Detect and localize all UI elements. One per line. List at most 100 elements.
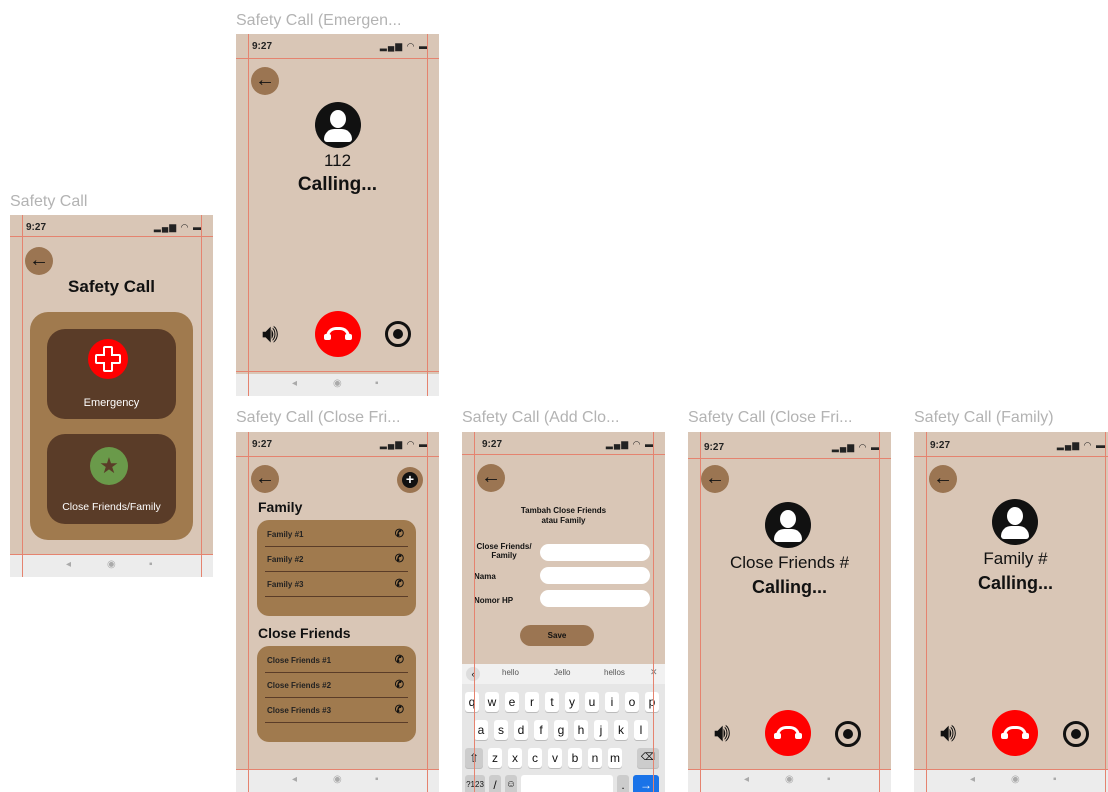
field-label-relation: Close Friends/ Family [474, 542, 534, 560]
list-item[interactable]: Close Friends #1 ✆ [265, 648, 408, 673]
key[interactable]: u [585, 692, 599, 712]
key[interactable]: m [608, 748, 622, 768]
back-button[interactable]: ← [477, 464, 505, 492]
emergency-button[interactable]: Emergency [47, 329, 176, 419]
key[interactable]: e [505, 692, 519, 712]
speaker-icon[interactable]: 🔊︎ [940, 718, 968, 746]
list-item[interactable]: Close Friends #3 ✆ [265, 698, 408, 723]
dot-key[interactable]: . [617, 775, 629, 792]
chevron-left-icon[interactable]: ‹ [466, 667, 480, 681]
key[interactable]: w [485, 692, 499, 712]
suggestion[interactable]: hello [502, 668, 519, 677]
record-icon[interactable] [1063, 721, 1089, 747]
nav-recents-icon[interactable]: ▪ [375, 378, 379, 389]
nav-back-icon[interactable]: ◂ [292, 774, 297, 785]
list-item[interactable]: Close Friends #2 ✆ [265, 673, 408, 698]
key[interactable]: b [568, 748, 582, 768]
phone-icon[interactable]: ✆ [395, 678, 404, 691]
frame-safety-call: 9:27 ▂▄▆ ◠ ▬ ← Safety Call Emergency ★ C… [10, 215, 213, 577]
list-item-label: Close Friends #3 [267, 706, 332, 715]
key[interactable]: c [528, 748, 542, 768]
nav-recents-icon[interactable]: ▪ [149, 559, 153, 570]
list-item[interactable]: Family #3 ✆ [265, 572, 408, 597]
nav-back-icon[interactable]: ◂ [66, 559, 71, 570]
key[interactable]: h [574, 720, 588, 740]
emoji-icon[interactable]: ☺ [505, 775, 517, 792]
status-time: 9:27 [704, 442, 725, 453]
plus-icon: + [402, 472, 418, 488]
list-item-label: Family #1 [267, 530, 304, 539]
close-friends-header: Close Friends [258, 625, 351, 641]
field-label-line: Family [491, 551, 517, 560]
list-item[interactable]: Family #2 ✆ [265, 547, 408, 572]
nav-home-icon[interactable]: ◉ [1011, 774, 1020, 785]
phone-icon[interactable]: ✆ [395, 703, 404, 716]
nav-recents-icon[interactable]: ▪ [827, 774, 831, 785]
nav-home-icon[interactable]: ◉ [333, 774, 342, 785]
key[interactable]: l [634, 720, 648, 740]
phone-icon[interactable]: ✆ [395, 577, 404, 590]
status-icons: ▂▄▆ ◠ ▬ [379, 41, 429, 51]
close-friends-family-button[interactable]: ★ Close Friends/Family [47, 434, 176, 524]
back-button[interactable]: ← [251, 67, 279, 95]
nav-home-icon[interactable]: ◉ [785, 774, 794, 785]
key[interactable]: y [565, 692, 579, 712]
slash-key[interactable]: / [489, 775, 501, 792]
status-icons: ▂▄▆ ◠ ▬ [379, 439, 429, 449]
phone-input[interactable] [540, 590, 650, 607]
phone-icon[interactable]: ✆ [395, 552, 404, 565]
key[interactable]: o [625, 692, 639, 712]
key[interactable]: d [514, 720, 528, 740]
back-button[interactable]: ← [929, 465, 957, 493]
relation-input[interactable] [540, 544, 650, 561]
key[interactable]: n [588, 748, 602, 768]
hangup-button[interactable] [992, 710, 1038, 756]
list-item[interactable]: Family #1 ✆ [265, 522, 408, 547]
key[interactable]: s [494, 720, 508, 740]
back-button[interactable]: ← [25, 247, 53, 275]
name-input[interactable] [540, 567, 650, 584]
nav-back-icon[interactable]: ◂ [744, 774, 749, 785]
hangup-button[interactable] [315, 311, 361, 357]
record-icon[interactable] [835, 721, 861, 747]
key[interactable]: f [534, 720, 548, 740]
speaker-icon[interactable]: 🔊︎ [714, 718, 742, 746]
symbols-key[interactable]: ?123 [465, 775, 485, 792]
nav-recents-icon[interactable]: ▪ [375, 774, 379, 785]
suggestion[interactable]: Jello [554, 668, 570, 677]
frame-label-friend-call: Safety Call (Close Fri... [688, 409, 853, 426]
nav-back-icon[interactable]: ◂ [292, 378, 297, 389]
add-contact-button[interactable]: + [397, 467, 423, 493]
key[interactable]: t [545, 692, 559, 712]
back-button[interactable]: ← [701, 465, 729, 493]
save-button[interactable]: Save [520, 625, 594, 646]
list-item-label: Family #2 [267, 555, 304, 564]
hangup-button[interactable] [765, 710, 811, 756]
nav-recents-icon[interactable]: ▪ [1053, 774, 1057, 785]
key[interactable]: q [465, 692, 479, 712]
key[interactable]: r [525, 692, 539, 712]
key[interactable]: g [554, 720, 568, 740]
record-icon[interactable] [385, 321, 411, 347]
enter-arrow-icon[interactable]: → [633, 775, 659, 792]
key[interactable]: p [645, 692, 659, 712]
avatar-icon [765, 502, 811, 548]
phone-icon[interactable]: ✆ [395, 527, 404, 540]
backspace-icon[interactable]: ⌫ [637, 748, 659, 768]
phone-icon[interactable]: ✆ [395, 653, 404, 666]
key[interactable]: x [508, 748, 522, 768]
key[interactable]: z [488, 748, 502, 768]
back-button[interactable]: ← [251, 465, 279, 493]
frame-label-family-call: Safety Call (Family) [914, 409, 1054, 426]
speaker-icon[interactable]: 🔊︎ [262, 319, 290, 347]
nav-home-icon[interactable]: ◉ [107, 559, 116, 570]
space-key[interactable] [521, 775, 613, 792]
nav-back-icon[interactable]: ◂ [970, 774, 975, 785]
key[interactable]: i [605, 692, 619, 712]
key[interactable]: j [594, 720, 608, 740]
key[interactable]: v [548, 748, 562, 768]
key[interactable]: a [474, 720, 488, 740]
nav-home-icon[interactable]: ◉ [333, 378, 342, 389]
key[interactable]: k [614, 720, 628, 740]
suggestion[interactable]: hellos [604, 668, 625, 677]
